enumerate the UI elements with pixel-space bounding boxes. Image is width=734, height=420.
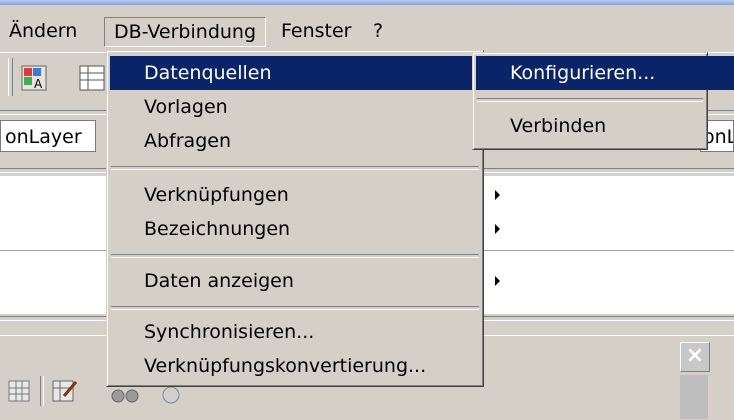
submenu-arrow-icon (495, 190, 500, 200)
edit-icon[interactable] (52, 378, 78, 404)
side-strip (680, 375, 708, 419)
grid-icon[interactable] (8, 380, 30, 402)
menu-fenster[interactable]: Fenster (272, 17, 360, 45)
title-bar-strip (0, 0, 734, 5)
menu-item-abfragen[interactable]: Abfragen (110, 124, 514, 158)
table-icon[interactable] (78, 63, 108, 93)
menu-item-label: Abfragen (144, 130, 231, 152)
menu-item-label: Verknüpfungskonvertierung... (144, 355, 427, 377)
menu-item-daten-anzeigen[interactable]: Daten anzeigen (110, 264, 514, 298)
toolbar-grip[interactable] (8, 58, 13, 96)
binoculars-icon[interactable] (110, 386, 140, 404)
globe-icon[interactable] (160, 384, 182, 406)
menu-item-label: Vorlagen (144, 96, 228, 118)
menu-aendern[interactable]: Ändern (0, 17, 86, 45)
datenquellen-submenu: Konfigurieren... Verbinden (472, 52, 734, 150)
menu-separator (111, 166, 479, 170)
menu-separator (477, 98, 703, 102)
menu-item-konfigurieren[interactable]: Konfigurieren... (476, 56, 734, 90)
svg-text:A: A (34, 77, 43, 91)
menu-item-vorlagen[interactable]: Vorlagen (110, 90, 514, 124)
close-icon[interactable]: × (680, 342, 710, 372)
submenu-arrow-icon (495, 224, 500, 234)
menu-item-label: Verbinden (510, 115, 607, 137)
menu-separator (111, 254, 479, 258)
menu-db-verbindung[interactable]: DB-Verbindung (104, 17, 267, 47)
menu-item-bezeichnungen[interactable]: Bezeichnungen (110, 212, 514, 246)
attribute-icon[interactable]: A (20, 63, 50, 93)
menu-item-label: Verknüpfungen (144, 184, 289, 206)
menu-item-label: Datenquellen (144, 62, 272, 84)
menu-separator (111, 306, 479, 310)
layer-combo[interactable]: onLayer (0, 120, 96, 152)
menu-item-synchronisieren[interactable]: Synchronisieren... (110, 315, 514, 349)
menu-item-verknuepfungskonvertierung[interactable]: Verknüpfungskonvertierung... (110, 349, 514, 383)
db-verbindung-menu: Datenquellen Vorlagen Abfragen Verknüpfu… (106, 50, 514, 387)
menu-item-label: Konfigurieren... (510, 62, 656, 84)
menu-item-verbinden[interactable]: Verbinden (476, 109, 734, 143)
toolbar-separator (40, 376, 44, 406)
menu-item-label: Synchronisieren... (144, 321, 315, 343)
menu-help[interactable]: ? (364, 17, 392, 45)
menu-item-verknuepfungen[interactable]: Verknüpfungen (110, 178, 514, 212)
menu-item-datenquellen[interactable]: Datenquellen (110, 56, 514, 90)
menu-item-label: Daten anzeigen (144, 270, 294, 292)
submenu-arrow-icon (495, 276, 500, 286)
menu-item-label: Bezeichnungen (144, 218, 291, 240)
